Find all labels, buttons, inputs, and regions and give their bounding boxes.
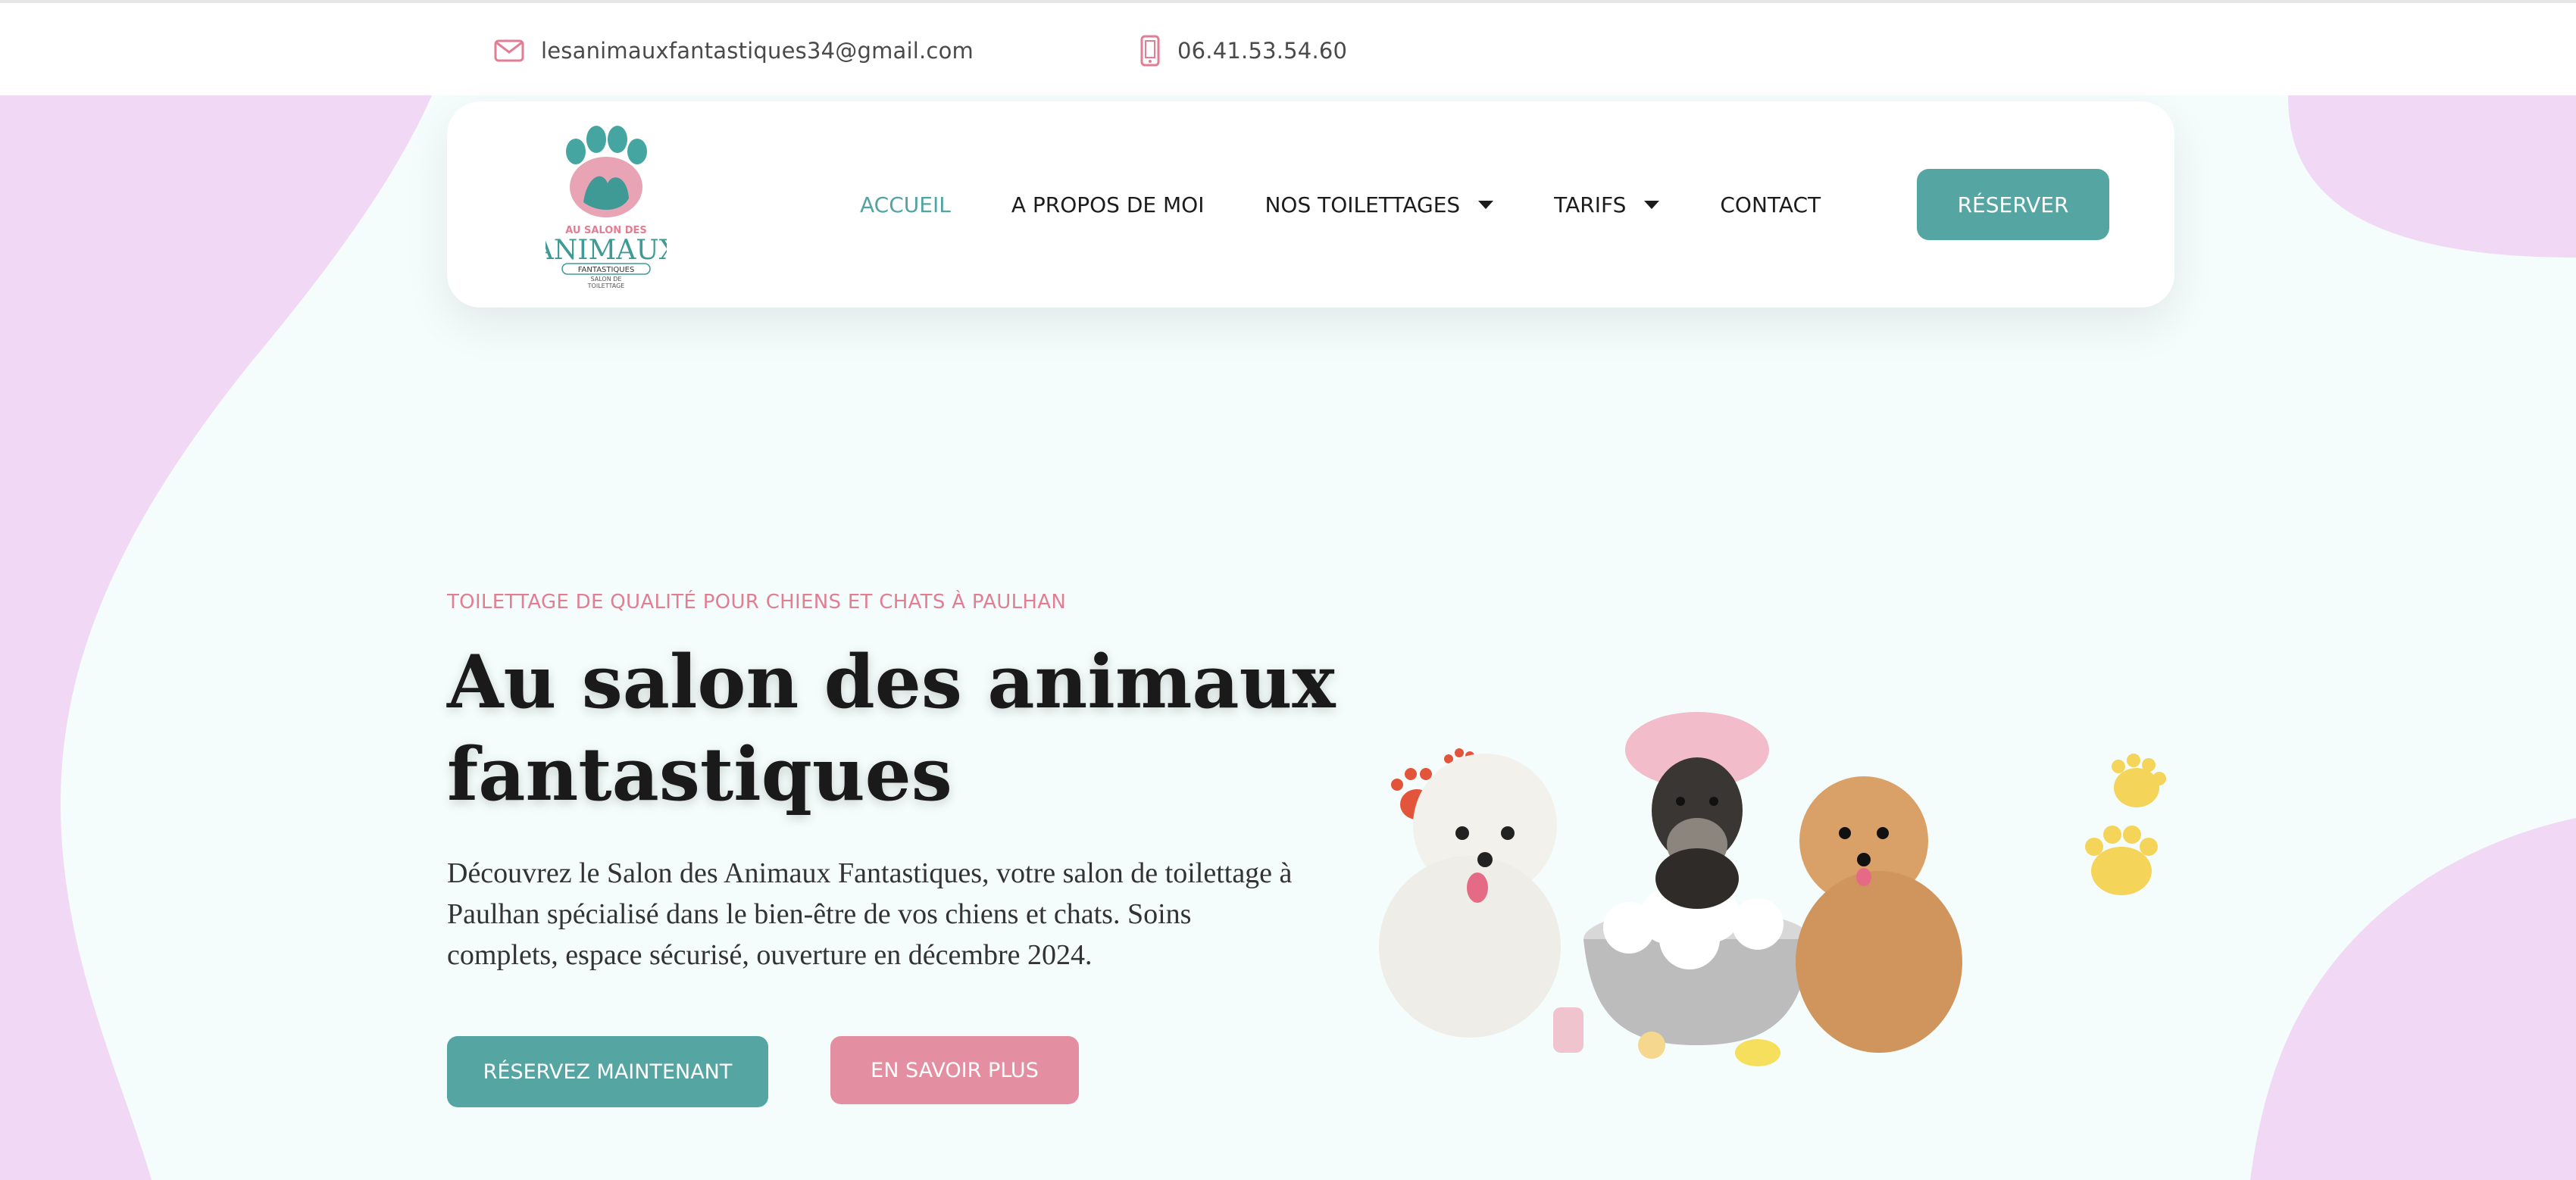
chevron-down-icon [1478, 200, 1494, 209]
chevron-down-icon [1644, 200, 1660, 209]
rubber-duck [1735, 1039, 1780, 1066]
nav-accueil-label: ACCUEIL [860, 192, 951, 217]
learn-more-button[interactable]: EN SAVOIR PLUS [830, 1036, 1079, 1104]
hero-title: Au salon des animaux fantastiques [447, 636, 1356, 821]
nav-a-propos[interactable]: A PROPOS DE MOI [1011, 192, 1205, 217]
hero-eyebrow: TOILETTAGE DE QUALITÉ POUR CHIENS ET CHA… [447, 591, 1067, 613]
pomeranian-dog [1796, 776, 1962, 1053]
hero-description: Découvrez le Salon des Animaux Fantastiq… [447, 857, 1293, 971]
svg-text:FANTASTIQUES: FANTASTIQUES [578, 266, 635, 274]
email-text[interactable]: lesanimauxfantastiques34@gmail.com [541, 38, 974, 64]
nav-toilettages[interactable]: NOS TOILETTAGES [1265, 192, 1494, 217]
bottle [1553, 1007, 1583, 1053]
mail-icon [494, 39, 524, 63]
hero-title-line2: fantastiques [447, 732, 952, 817]
site-logo[interactable]: AU SALON DES ANIMAUX FANTASTIQUES SALON … [533, 123, 679, 289]
bottom-right-blob [2250, 818, 2576, 1180]
nav-accueil[interactable]: ACCUEIL [860, 192, 951, 217]
main-nav: ACCUEIL A PROPOS DE MOI NOS TOILETTAGES … [860, 101, 1881, 307]
reserve-button[interactable]: RÉSERVER [1917, 169, 2109, 240]
book-now-button[interactable]: RÉSERVEZ MAINTENANT [447, 1036, 768, 1107]
phone-icon [1140, 35, 1161, 67]
yellow-paw-icon [2085, 754, 2166, 895]
svg-text:TOILETTAGE: TOILETTAGE [587, 283, 625, 289]
top-contact-bar: lesanimauxfantastiques34@gmail.com 06.41… [0, 0, 2576, 95]
phone-text[interactable]: 06.41.53.54.60 [1177, 38, 1347, 64]
top-right-blob [2288, 95, 2576, 258]
nav-contact-label: CONTACT [1720, 192, 1821, 217]
svg-text:ANIMAUX: ANIMAUX [546, 235, 667, 266]
nav-a-propos-label: A PROPOS DE MOI [1011, 192, 1205, 217]
nav-toilettages-label: NOS TOILETTAGES [1265, 192, 1461, 217]
svg-text:SALON DE: SALON DE [591, 276, 622, 283]
hero-title-line1: Au salon des animaux [447, 639, 1336, 725]
hero-section: TOILETTAGE DE QUALITÉ POUR CHIENS ET CHA… [447, 591, 1356, 1107]
contact-email[interactable]: lesanimauxfantastiques34@gmail.com [494, 3, 974, 98]
hero-buttons: RÉSERVEZ MAINTENANT EN SAVOIR PLUS [447, 1036, 1356, 1107]
header-navbar: AU SALON DES ANIMAUX FANTASTIQUES SALON … [447, 101, 2174, 307]
schnauzer-dog [1625, 712, 1769, 909]
sponge [1638, 1032, 1665, 1059]
nav-tarifs-label: TARIFS [1554, 192, 1627, 217]
nav-contact[interactable]: CONTACT [1720, 192, 1821, 217]
contact-phone[interactable]: 06.41.53.54.60 [1140, 3, 1347, 98]
left-blob [0, 95, 432, 1180]
hero-pets-image [1379, 712, 2174, 1075]
nav-tarifs[interactable]: TARIFS [1554, 192, 1660, 217]
